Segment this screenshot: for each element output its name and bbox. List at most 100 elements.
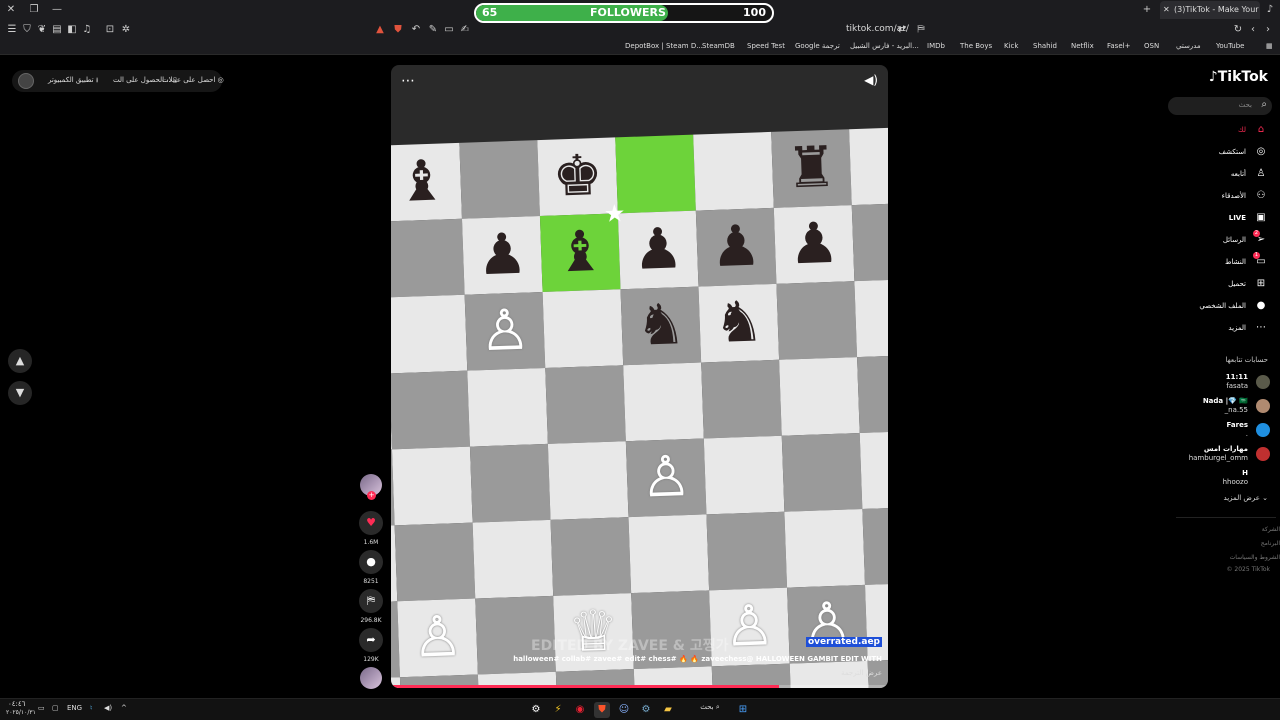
bookmark-google-translate[interactable]: Google ترجمة xyxy=(795,42,840,50)
tray-chevron-icon[interactable]: ^ xyxy=(121,704,127,712)
clock-date[interactable]: ٢٠٢٥/١٠/٣١ xyxy=(6,709,36,716)
account-handle: hhoozo xyxy=(1222,478,1248,486)
cast-icon[interactable]: ▭ xyxy=(443,24,455,36)
see-translation-link[interactable]: عرض الترجمة xyxy=(841,669,882,677)
chess-square xyxy=(391,370,470,450)
followed-account[interactable]: Hhhoozo xyxy=(1150,468,1270,490)
music-icon[interactable]: ♫ xyxy=(81,24,93,36)
footer-company[interactable]: الشركة xyxy=(1262,526,1280,533)
bookmark-depotbox[interactable]: DepotBox | Steam D... xyxy=(625,42,703,50)
brave-shield-icon[interactable]: ⛊ xyxy=(392,24,404,36)
menu-icon[interactable]: ☰ xyxy=(6,24,18,36)
display-icon[interactable]: ▢ xyxy=(52,704,59,712)
followed-account[interactable]: Nada |💎 🇸🇦 _na.55 xyxy=(1150,396,1270,418)
followed-account[interactable]: مهارات امس hamburgel_omm xyxy=(1150,444,1270,466)
bookmark-the-boys[interactable]: The Boys xyxy=(960,42,992,50)
panel-icon[interactable]: ◧ xyxy=(66,24,78,36)
like-button[interactable]: ♥ 1.6M xyxy=(359,511,383,546)
taskbar-app-explorer-icon[interactable]: ▰ xyxy=(660,702,676,718)
forward-icon[interactable]: › xyxy=(1262,24,1274,36)
bookmark-shahid[interactable]: Shahid xyxy=(1033,42,1057,50)
minimize-window-icon[interactable]: — xyxy=(50,3,64,17)
share-count: 129K xyxy=(363,656,379,663)
sidebar-item-9[interactable]: المزيد ⋯ xyxy=(1158,320,1268,338)
bookmark-youtube[interactable]: YouTube xyxy=(1216,42,1244,50)
tiktok-logo[interactable]: ♪TikTok xyxy=(1209,69,1268,85)
clock-time[interactable]: ٠٤:٤٦ xyxy=(8,700,25,708)
music-disc-avatar[interactable] xyxy=(360,667,382,689)
bookmark-netflix[interactable]: Netflix xyxy=(1071,42,1094,50)
sidebar-item-6[interactable]: النشاط ▭ 1 xyxy=(1158,252,1268,272)
back-icon[interactable]: ‹ xyxy=(1247,24,1259,36)
tab-tiktok[interactable]: ✕ (3)TikTok - Make Your Day xyxy=(1160,1,1260,19)
tab-close-icon[interactable]: ✕ xyxy=(1163,1,1170,19)
shield-icon[interactable]: ⛉ xyxy=(21,24,33,36)
sidebar-item-2[interactable]: أتابعه ♙ xyxy=(1158,166,1268,184)
brave-rewards-icon[interactable]: ▲ xyxy=(374,24,386,36)
extensions-icon[interactable]: ✲ xyxy=(120,24,132,36)
see-more-link[interactable]: عرض المزيد ⌄ xyxy=(1224,494,1268,502)
taskbar-app-discord-icon[interactable]: ☺ xyxy=(616,702,632,718)
bookmark-icon[interactable]: ⛿ xyxy=(915,24,927,36)
screenshot-icon[interactable]: ⊡ xyxy=(104,24,116,36)
leaf-icon[interactable]: ❦ xyxy=(36,24,48,36)
bookmark-madrasati[interactable]: مدرستي xyxy=(1176,42,1201,50)
sidebar-item-8[interactable]: الملف الشخصي ● xyxy=(1158,298,1268,316)
new-tab-icon[interactable]: + xyxy=(1140,3,1154,17)
save-button[interactable]: ⛿ 296.8K xyxy=(359,589,383,624)
followed-account[interactable]: Fares. xyxy=(1150,420,1270,442)
footer-program[interactable]: البرنامج xyxy=(1261,540,1280,547)
sidebar-item-5[interactable]: الرسائل ➢ 2 xyxy=(1158,230,1268,250)
windows-start-icon[interactable]: ⊞ xyxy=(735,702,751,718)
taskbar-app-steam-icon[interactable]: ⚙ xyxy=(638,702,654,718)
bookmark-speedtest[interactable]: Speed Test xyxy=(747,42,785,50)
get-coins-link[interactable]: احصل على عملات ◎ xyxy=(162,76,224,84)
user-avatar[interactable] xyxy=(18,73,34,89)
search-input[interactable]: بحث ⌕ xyxy=(1168,97,1272,115)
sidebar-item-3[interactable]: الأصدقاء ⚇ xyxy=(1158,188,1268,206)
pen-icon[interactable]: ✎ xyxy=(427,24,439,36)
sidebar-item-0[interactable]: لك ⌂ xyxy=(1158,122,1268,140)
taskbar-app-lightning-icon[interactable]: ⚡ xyxy=(550,702,566,718)
reload-icon[interactable]: ↻ xyxy=(1232,24,1244,36)
taskbar-app-chrome-icon[interactable]: ◉ xyxy=(572,702,588,718)
pc-app-link[interactable]: تطبيق الكمبيوتر ⭳ xyxy=(48,76,98,87)
chess-piece: ♞ xyxy=(634,292,688,359)
site-settings-icon[interactable]: ⇄ xyxy=(896,24,908,36)
notification-icon[interactable]: ▭ xyxy=(38,704,45,712)
search-icon[interactable]: ⌕ xyxy=(1261,99,1267,110)
footer-terms[interactable]: الشروط والسياسات xyxy=(1230,554,1280,561)
bookmark-osn[interactable]: OSN xyxy=(1144,42,1159,50)
comment-button[interactable]: ● 8251 xyxy=(359,550,383,585)
sidebar-item-7[interactable]: تحميل ⊞ xyxy=(1158,276,1268,294)
bookmark-kick[interactable]: Kick xyxy=(1004,42,1018,50)
sidebar-item-4[interactable]: LIVE ▣ xyxy=(1158,210,1268,228)
video-progress-bar[interactable] xyxy=(391,685,888,688)
microphone-icon[interactable]: ♮ xyxy=(90,704,93,712)
bookmark-steamdb[interactable]: SteamDB xyxy=(702,42,735,50)
sound-icon[interactable]: ◀) xyxy=(864,73,878,87)
video-options-icon[interactable]: ⋯ xyxy=(401,73,415,89)
all-bookmarks-icon[interactable]: ▦ xyxy=(1266,42,1273,50)
close-window-icon[interactable]: ✕ xyxy=(4,3,18,17)
followed-account[interactable]: 11:11 fasata xyxy=(1150,372,1270,394)
previous-video-button[interactable]: ▲ xyxy=(8,349,32,373)
follow-plus-icon[interactable]: + xyxy=(367,491,376,500)
next-video-button[interactable]: ▼ xyxy=(8,381,32,405)
restore-window-icon[interactable]: ❐ xyxy=(27,3,41,17)
sidebar-icon[interactable]: ▤ xyxy=(51,24,63,36)
sidebar-item-1[interactable]: استكشف ◎ xyxy=(1158,144,1268,162)
language-indicator[interactable]: ENG xyxy=(67,704,82,712)
undo-icon[interactable]: ↶ xyxy=(410,24,422,36)
taskbar-search[interactable]: بحث ⌕ xyxy=(690,703,730,717)
taskbar-app-settings-icon[interactable]: ⚙ xyxy=(528,702,544,718)
share-button[interactable]: ➦ 129K xyxy=(359,628,383,663)
taskbar-app-brave-icon[interactable]: ⛊ xyxy=(594,702,610,718)
bookmark-fasel[interactable]: Fasel+ xyxy=(1107,42,1130,50)
volume-icon[interactable]: ◀) xyxy=(104,704,112,712)
bookmark-imdb[interactable]: IMDb xyxy=(927,42,945,50)
video-player[interactable]: ♝♚♜♞♟♝♟♟♟♙♙♞♞♙♙♙♕♙♙★ ⋯ ◀) EDITED BY ZAVE… xyxy=(391,65,888,688)
video-username[interactable]: overrated.aep xyxy=(806,637,882,647)
translate-icon[interactable]: ✍ xyxy=(459,24,471,36)
bookmark-mail[interactable]: البريد - فارس الشبيل... xyxy=(850,42,919,50)
